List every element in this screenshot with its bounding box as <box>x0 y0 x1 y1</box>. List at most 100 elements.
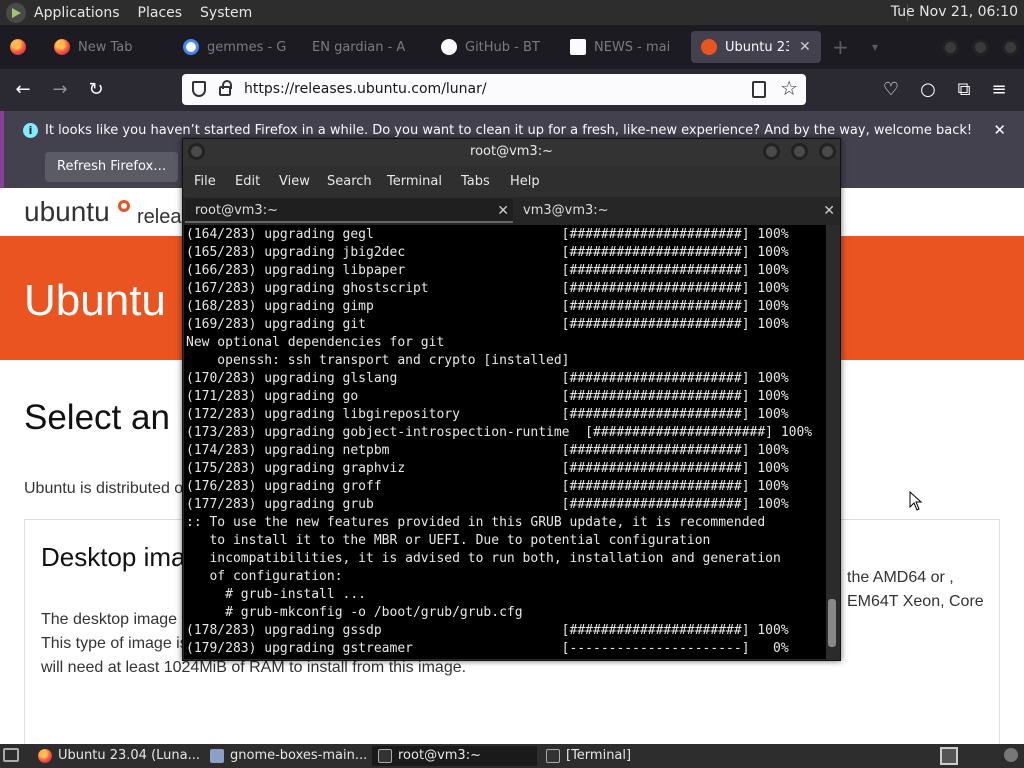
terminal-titlebar[interactable]: root@vm3:~ <box>183 139 840 167</box>
terminal-line: openssh: ssh transport and crypto [insta… <box>186 353 570 368</box>
extensions-icon[interactable]: ⧉ <box>953 79 975 101</box>
tab-google[interactable]: gemmes - G <box>183 31 286 63</box>
terminal-line: (169/283) upgrading git [###############… <box>186 317 789 332</box>
page-heading: Select an i <box>24 398 188 437</box>
firefox-view-button[interactable] <box>10 31 34 63</box>
terminal-line: (173/283) upgrading gobject-introspectio… <box>186 425 813 440</box>
terminal-line: (179/283) upgrading gstreamer [---------… <box>186 641 789 656</box>
terminal-icon <box>546 749 560 763</box>
maximize-icon[interactable] <box>972 39 989 56</box>
terminal-icon <box>378 749 392 763</box>
google-icon <box>183 39 199 55</box>
terminal-scrollbar[interactable] <box>826 225 838 659</box>
bottom-taskbar: Ubuntu 23.04 (Luna... gnome-boxes-main..… <box>0 744 1024 768</box>
terminal-line: (176/283) upgrading groff [#############… <box>186 479 789 494</box>
taskbar-label: gnome-boxes-main... <box>230 748 368 763</box>
tab-news[interactable]: NEWS - mai <box>570 31 670 63</box>
reader-view-icon[interactable] <box>752 81 766 98</box>
card-title: Desktop ima <box>41 542 186 572</box>
tab-guardian[interactable]: EN gardian - A <box>312 31 405 63</box>
terminal-lines: (164/283) upgrading gegl [##############… <box>186 226 812 658</box>
info-icon: i <box>23 123 38 138</box>
menu-tabs[interactable]: Tabs <box>461 174 490 189</box>
menu-search[interactable]: Search <box>327 174 372 189</box>
menu-edit[interactable]: Edit <box>235 174 260 189</box>
show-desktop-icon[interactable] <box>3 748 19 762</box>
shield-icon[interactable] <box>192 81 206 97</box>
lock-icon[interactable] <box>219 80 232 96</box>
notification-message: It looks like you haven’t started Firefo… <box>45 123 973 138</box>
url-bar[interactable]: https://releases.ubuntu.com/lunar/ ☆ <box>182 74 806 105</box>
menu-system[interactable]: System <box>200 5 252 21</box>
hero-title: Ubuntu <box>24 276 166 325</box>
close-notification-icon[interactable]: ✕ <box>993 121 1006 139</box>
maximize-icon[interactable] <box>791 143 808 160</box>
url-text[interactable]: https://releases.ubuntu.com/lunar/ <box>244 81 487 97</box>
hamburger-menu-icon[interactable]: ≡ <box>988 79 1010 101</box>
refresh-firefox-button[interactable]: Refresh Firefox… <box>45 152 179 182</box>
taskbar-item-terminal[interactable]: [Terminal] <box>540 746 710 766</box>
navigation-toolbar: ← → ↻ https://releases.ubuntu.com/lunar/… <box>0 69 1024 111</box>
clock[interactable]: Tue Nov 21, 06:10 <box>891 4 1018 20</box>
terminal-window[interactable]: root@vm3:~ File Edit View Search Termina… <box>182 138 841 661</box>
workspace-switcher[interactable] <box>940 747 958 765</box>
tab-new-tab[interactable]: New Tab <box>54 31 133 63</box>
boxes-icon <box>210 749 224 763</box>
minimize-icon[interactable] <box>763 143 780 160</box>
terminal-line: (174/283) upgrading netpbm [############… <box>186 443 789 458</box>
terminal-menubar: File Edit View Search Terminal Tabs Help <box>183 167 840 197</box>
terminal-line: to install it to the MBR or UEFI. Due to… <box>186 533 711 548</box>
terminal-tab-label: root@vm3:~ <box>195 203 278 218</box>
close-tab-icon[interactable]: ✕ <box>823 199 835 223</box>
scrollbar-thumb[interactable] <box>828 599 836 647</box>
taskbar-item-root-terminal[interactable]: root@vm3:~ <box>372 746 537 766</box>
ubuntu-logo-text[interactable]: ubuntu <box>24 196 110 228</box>
top-panel: Applications Places System Tue Nov 21, 0… <box>0 0 1024 25</box>
terminal-line: (168/283) upgrading gimp [##############… <box>186 299 789 314</box>
github-icon <box>441 39 457 55</box>
reload-icon[interactable]: ↻ <box>85 79 107 101</box>
account-icon[interactable]: ○ <box>917 79 939 101</box>
terminal-line: incompatibilities, it is advised to run … <box>186 551 781 566</box>
terminal-line: (178/283) upgrading gssdp [#############… <box>186 623 789 638</box>
taskbar-label: root@vm3:~ <box>398 748 481 763</box>
tray-icon[interactable] <box>1004 748 1018 762</box>
intro-text: Ubuntu is distributed o <box>24 480 184 497</box>
menu-view[interactable]: View <box>279 174 310 189</box>
list-tabs-button[interactable]: ▾ <box>872 31 878 63</box>
ubuntu-icon <box>701 39 717 55</box>
menu-terminal[interactable]: Terminal <box>387 174 442 189</box>
terminal-tab-root[interactable]: root@vm3:~ ✕ <box>185 199 513 223</box>
pocket-icon[interactable]: ♡ <box>880 79 902 101</box>
tab-ubuntu[interactable]: Ubuntu 23.0 ✕ <box>691 31 821 63</box>
close-window-icon[interactable] <box>819 143 836 160</box>
tab-label: EN gardian - A <box>312 39 406 55</box>
terminal-line: :: To use the new features provided in t… <box>186 515 766 530</box>
tab-label: gemmes - G <box>207 39 287 55</box>
terminal-line: (165/283) upgrading jbig2dec [##########… <box>186 245 789 260</box>
tab-github[interactable]: GitHub - BT <box>441 31 540 63</box>
menu-help[interactable]: Help <box>510 174 540 189</box>
terminal-output[interactable]: (164/283) upgrading gegl [##############… <box>184 225 828 659</box>
bookmark-star-icon[interactable]: ☆ <box>780 76 798 100</box>
close-window-icon[interactable] <box>1002 39 1019 56</box>
distro-logo-icon[interactable] <box>6 2 26 23</box>
terminal-tab-bar: root@vm3:~ ✕ vm3@vm3:~ ✕ <box>183 197 840 225</box>
back-icon[interactable]: ← <box>12 79 34 101</box>
new-tab-button[interactable]: + <box>832 31 849 63</box>
close-tab-icon[interactable]: ✕ <box>799 39 811 55</box>
terminal-line: (175/283) upgrading graphviz [##########… <box>186 461 789 476</box>
tab-label: New Tab <box>78 39 133 55</box>
taskbar-item-firefox[interactable]: Ubuntu 23.04 (Luna... <box>32 746 204 766</box>
menu-file[interactable]: File <box>194 174 216 189</box>
forward-icon[interactable]: → <box>49 79 71 101</box>
menu-places[interactable]: Places <box>138 5 183 21</box>
tab-label: GitHub - BT <box>465 39 540 55</box>
menu-applications[interactable]: Applications <box>34 5 120 21</box>
terminal-line: of configuration: <box>186 569 343 584</box>
taskbar-item-boxes[interactable]: gnome-boxes-main... <box>204 746 372 766</box>
close-tab-icon[interactable]: ✕ <box>497 199 509 223</box>
terminal-line: New optional dependencies for git <box>186 335 445 350</box>
minimize-icon[interactable] <box>942 39 959 56</box>
terminal-tab-vm3[interactable]: vm3@vm3:~ ✕ <box>513 199 839 223</box>
